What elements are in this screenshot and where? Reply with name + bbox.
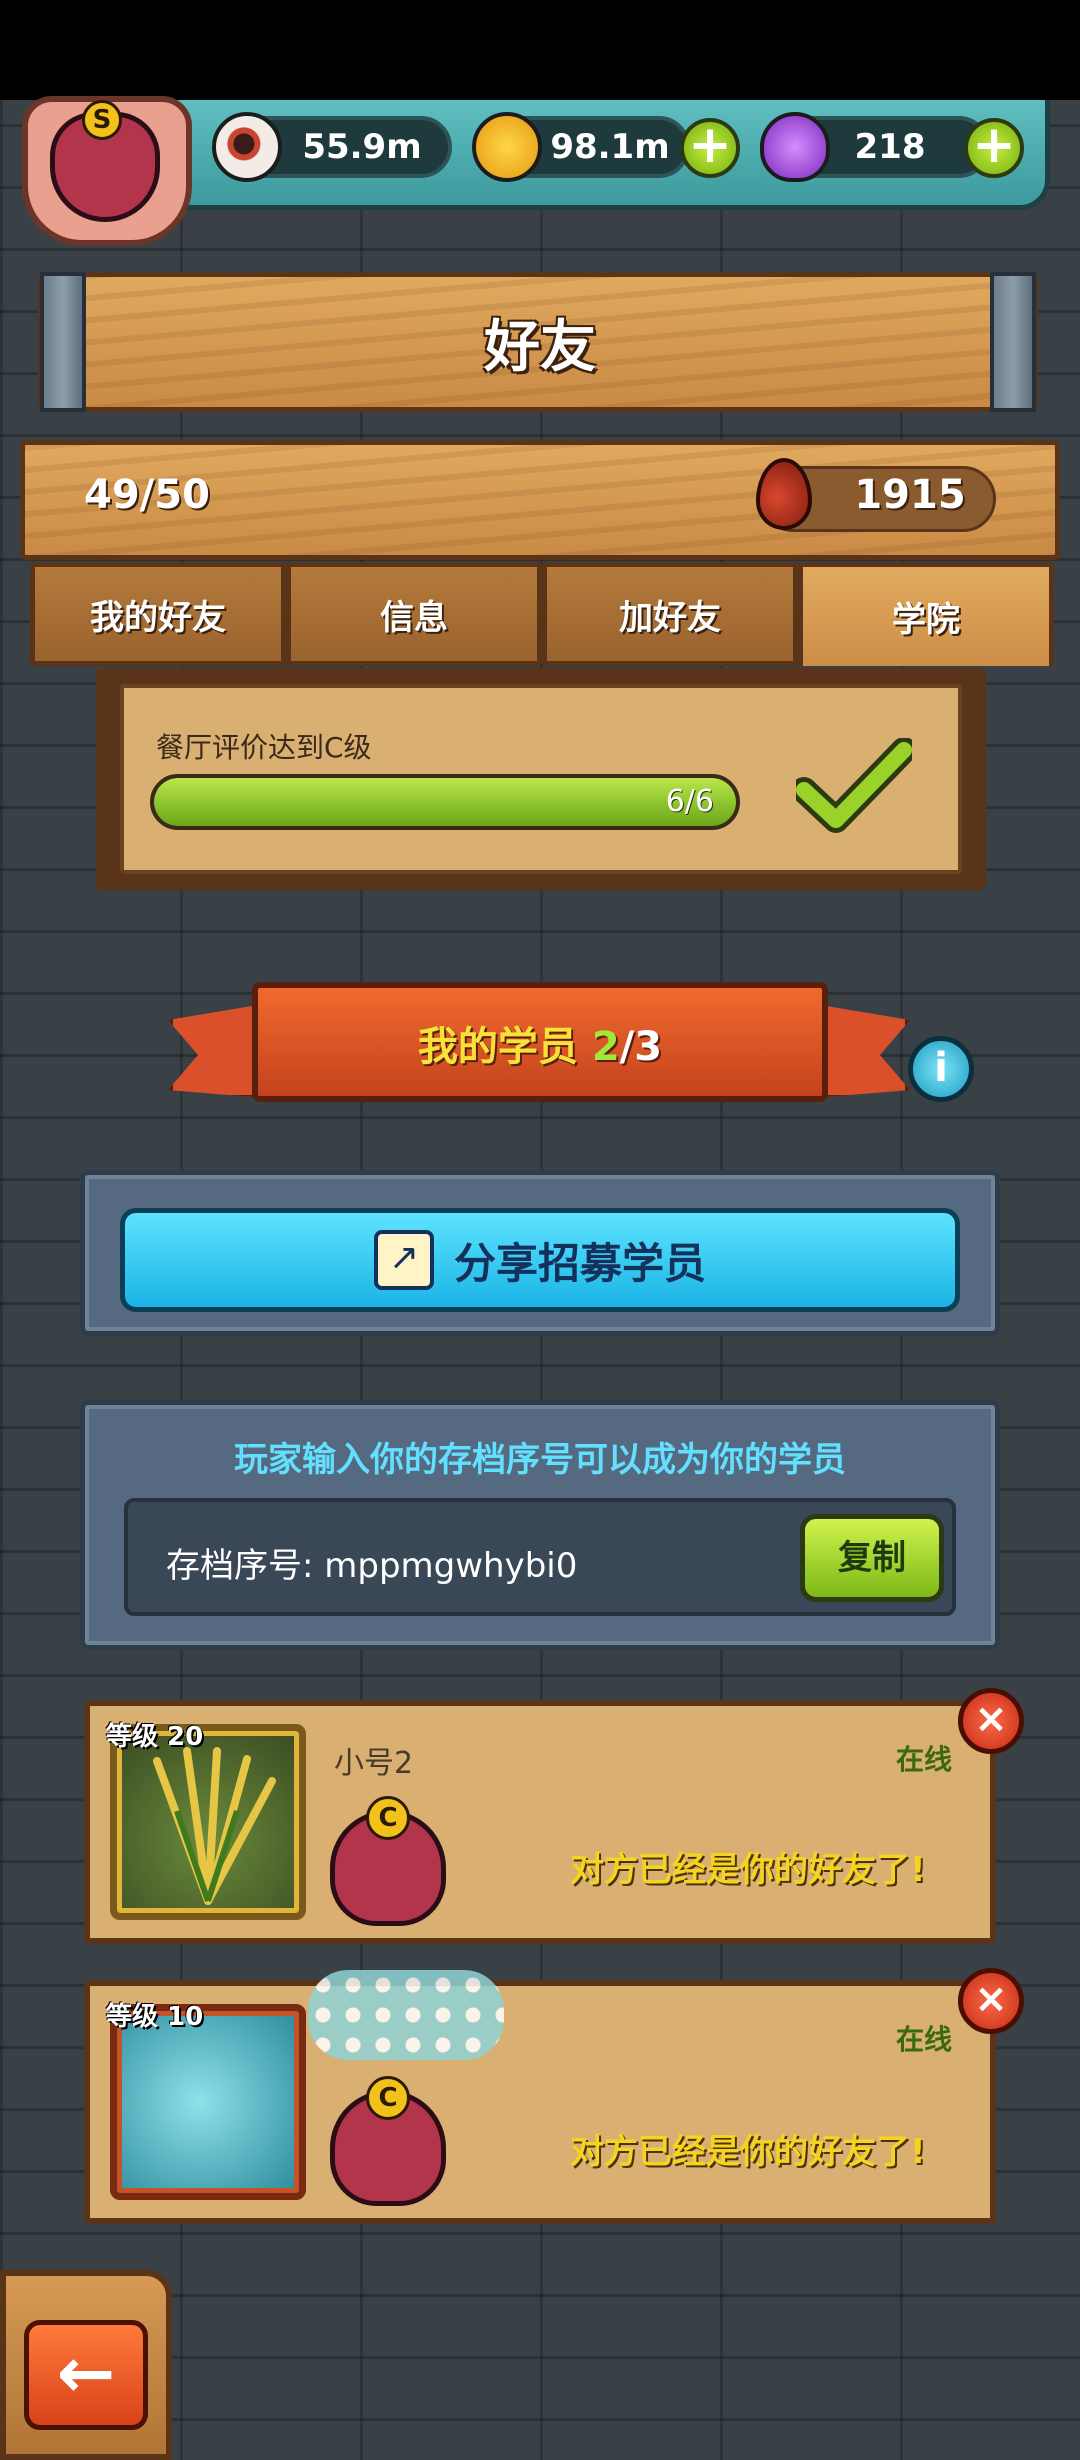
share-recruit-button[interactable]: ↗ 分享招募学员 [120, 1208, 960, 1312]
student-name: 小号2 [334, 1746, 414, 1781]
wheat-icon [110, 1724, 306, 1920]
student-status: 在线 [896, 1743, 953, 1776]
page-title: 好友 [484, 315, 596, 380]
remove-student-button[interactable]: × [958, 1688, 1024, 1754]
remove-student-button[interactable]: × [958, 1968, 1024, 2034]
add-potions-button[interactable]: + [964, 118, 1024, 178]
copy-button[interactable]: 复制 [800, 1514, 944, 1602]
task-progress-fill [154, 778, 736, 826]
share-icon: ↗ [373, 1230, 434, 1290]
tab-add-friend[interactable]: 加好友 [542, 562, 798, 666]
student-status: 在线 [896, 2023, 953, 2056]
status-bar [0, 0, 1080, 100]
save-code-label: 存档序号: mppmgwhybi0 [166, 1546, 578, 1586]
students-total-count: /3 [619, 1024, 663, 1070]
coin-icon [472, 112, 542, 182]
student-message: 对方已经是你的好友了! [570, 1850, 926, 1890]
student-level: 等级 10 [106, 2002, 204, 2032]
tab-my-friends[interactable]: 我的好友 [30, 562, 286, 666]
student-rank-letter: C [366, 2076, 410, 2120]
students-banner-title: 我的学员 2/3 [252, 1014, 828, 1072]
student-level: 等级 20 [106, 1722, 204, 1752]
task-label: 餐厅评价达到C级 [156, 731, 372, 764]
checkmark-icon [796, 738, 912, 833]
task-progress-bar: 6/6 [150, 774, 740, 830]
eyeball-icon [212, 112, 282, 182]
friend-count: 49/50 [84, 472, 210, 518]
save-code-hint: 玩家输入你的存档序号可以成为你的学员 [234, 1440, 846, 1480]
potion-icon [760, 112, 830, 182]
info-button[interactable]: i [908, 1036, 974, 1102]
student-message: 对方已经是你的好友了! [570, 2132, 926, 2172]
tab-messages[interactable]: 信息 [286, 562, 542, 666]
add-coins-button[interactable]: + [680, 118, 740, 178]
students-banner-label: 我的学员 [417, 1024, 578, 1070]
share-recruit-label: 分享招募学员 [453, 1238, 706, 1288]
fish-monster-icon [110, 2004, 306, 2200]
speech-bubble [308, 1970, 504, 2060]
rank-letter: S [82, 100, 122, 140]
tab-academy[interactable]: 学院 [798, 562, 1054, 666]
student-rank-letter: C [366, 1796, 410, 1840]
blood-value: 1915 [854, 472, 966, 518]
wheat-icon [153, 1747, 276, 1905]
task-progress-text: 6/6 [665, 784, 714, 819]
students-current-count: 2 [591, 1024, 620, 1070]
back-button[interactable]: ← [24, 2320, 148, 2430]
